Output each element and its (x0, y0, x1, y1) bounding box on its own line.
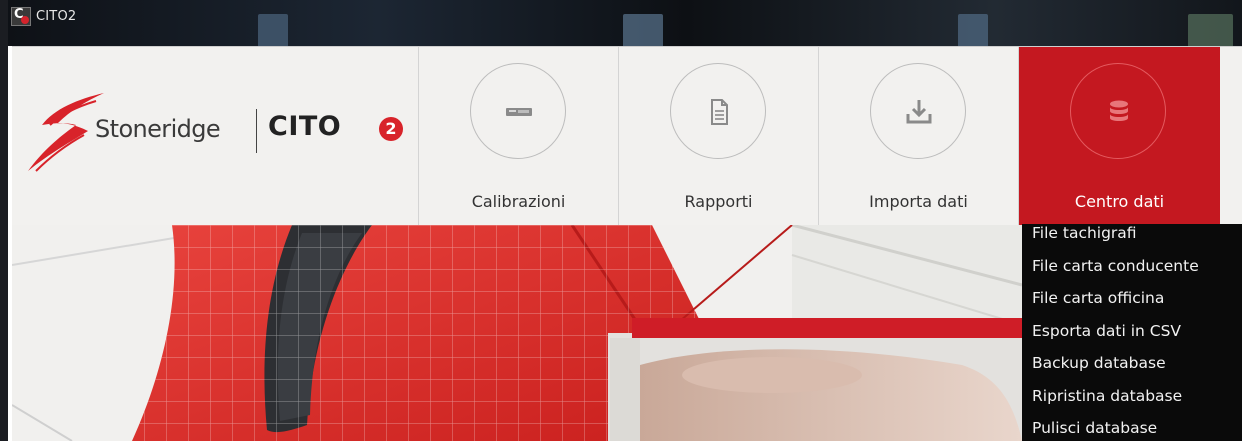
tab-centro-dati[interactable]: Centro dati (1018, 47, 1220, 225)
tab-icon-circle (670, 63, 766, 159)
tab-importa-dati[interactable]: Importa dati (818, 47, 1018, 225)
menu-item-pulisci-database[interactable]: Pulisci database (1022, 419, 1242, 441)
tab-label: Rapporti (684, 192, 753, 211)
title-bar[interactable]: C CITO2 (8, 0, 1242, 46)
tab-icon-circle (870, 63, 966, 159)
tab-calibrazioni[interactable]: Calibrazioni (418, 47, 618, 225)
tab-label: Importa dati (869, 192, 968, 211)
brand-logo: Stoneridge CITO 2 (12, 47, 418, 225)
document-icon (711, 99, 728, 125)
menu-item-file-tachigrafi[interactable]: File tachigrafi (1022, 224, 1242, 257)
download-tray-icon (906, 100, 932, 124)
stoneridge-swoosh-icon (28, 93, 104, 172)
window-title: CITO2 (36, 9, 77, 24)
product-version-badge: 2 (379, 117, 403, 141)
background-decoration (623, 14, 663, 46)
background-decoration (958, 14, 988, 46)
tab-label: Calibrazioni (471, 192, 566, 211)
background-decoration (1188, 14, 1233, 46)
tab-icon-circle (470, 63, 566, 159)
tab-icon-circle (1070, 63, 1166, 159)
menu-item-esporta-dati-csv[interactable]: Esporta dati in CSV (1022, 322, 1242, 355)
app-window: C CITO2 Stoneridge CITO 2 Calibrazioni R… (8, 0, 1242, 441)
product-name: CITO (268, 111, 342, 142)
centro-dati-menu: File tachigrafi File carta conducente Fi… (1022, 224, 1242, 441)
main-header: Stoneridge CITO 2 Calibrazioni Rapporti … (12, 46, 1242, 225)
app-logo-icon[interactable]: C (11, 7, 31, 26)
logo-divider (256, 109, 257, 153)
tachograph-device-icon (506, 108, 532, 116)
database-icon (1110, 100, 1128, 121)
company-name: Stoneridge (95, 115, 221, 143)
menu-item-file-carta-conducente[interactable]: File carta conducente (1022, 257, 1242, 290)
tab-label: Centro dati (1074, 192, 1165, 211)
background-decoration (258, 14, 288, 46)
menu-item-backup-database[interactable]: Backup database (1022, 354, 1242, 387)
menu-item-ripristina-database[interactable]: Ripristina database (1022, 387, 1242, 420)
menu-item-file-carta-officina[interactable]: File carta officina (1022, 289, 1242, 322)
tab-rapporti[interactable]: Rapporti (618, 47, 818, 225)
